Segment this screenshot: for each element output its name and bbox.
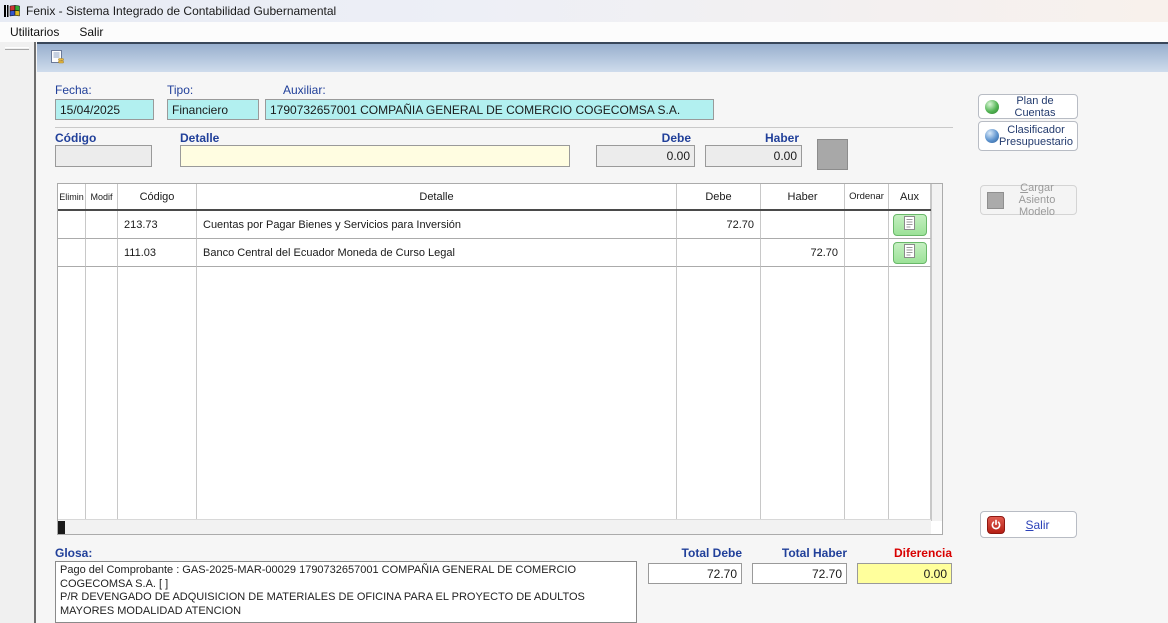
cell-codigo: 213.73 [118, 211, 197, 239]
header-ordenar: Ordenar [845, 184, 889, 209]
blue-sphere-icon [985, 129, 999, 143]
detalle-input[interactable] [180, 145, 570, 167]
cell-elimin [58, 239, 86, 267]
grid-empty-area [58, 267, 931, 519]
header-codigo: Código [118, 184, 197, 209]
glosa-line1: Pago del Comprobante : GAS-2025-MAR-0002… [60, 564, 632, 591]
total-debe-label: Total Debe [648, 546, 742, 560]
codigo-label: Código [55, 131, 96, 145]
cell-haber [761, 211, 845, 239]
vertical-scrollbar[interactable] [931, 184, 942, 521]
horizontal-scrollbar[interactable] [58, 519, 931, 534]
application-window: Fenix - Sistema Integrado de Contabilida… [0, 0, 1168, 623]
codigo-input[interactable] [55, 145, 152, 167]
debe-input[interactable]: 0.00 [596, 145, 695, 167]
cell-detalle: Cuentas por Pagar Bienes y Servicios par… [197, 211, 677, 239]
auxiliar-field[interactable]: 1790732657001 COMPAÑIA GENERAL DE COMERC… [265, 99, 714, 120]
clasificador-label-line1: Clasificador [1007, 124, 1064, 136]
cell-ordenar [845, 239, 889, 267]
header-detalle: Detalle [197, 184, 677, 209]
add-line-button[interactable] [817, 139, 848, 170]
document-icon [904, 216, 915, 233]
gray-square-icon [987, 192, 1004, 209]
plan-de-cuentas-button[interactable]: Plan de Cuentas [978, 94, 1078, 119]
haber-label: Haber [705, 131, 799, 145]
clasificador-presupuestario-button[interactable]: Clasificador Presupuestario [978, 121, 1078, 151]
auxiliar-label: Auxiliar: [283, 83, 326, 97]
glosa-label: Glosa: [55, 546, 92, 560]
cell-debe: 72.70 [677, 211, 761, 239]
aux-detail-button[interactable] [893, 242, 927, 264]
cell-elimin [58, 211, 86, 239]
cell-codigo: 111.03 [118, 239, 197, 267]
menu-salir[interactable]: Salir [69, 23, 113, 41]
total-debe-field: 72.70 [648, 563, 742, 584]
green-sphere-icon [985, 100, 999, 114]
copy-document-button[interactable] [45, 46, 69, 70]
app-icon [4, 3, 20, 19]
clasificador-label-line2: Presupuestario [999, 136, 1073, 148]
title-bar: Fenix - Sistema Integrado de Contabilida… [0, 0, 1168, 22]
plan-de-cuentas-label: Plan de Cuentas [999, 95, 1071, 119]
diferencia-label: Diferencia [857, 546, 952, 560]
cargar-asiento-modelo-button[interactable]: Cargar Asiento Modelo [980, 185, 1077, 215]
header-modif: Modif [86, 184, 118, 209]
cargar-label-line2: Modelo [1019, 206, 1055, 218]
splitter-grip-icon[interactable] [5, 47, 29, 50]
menu-bar: Utilitarios Salir [0, 22, 1168, 42]
window-title: Fenix - Sistema Integrado de Contabilida… [26, 4, 336, 18]
cell-debe [677, 239, 761, 267]
fecha-field[interactable]: 15/04/2025 [55, 99, 154, 120]
cell-detalle: Banco Central del Ecuador Moneda de Curs… [197, 239, 677, 267]
header-haber: Haber [761, 184, 845, 209]
grid-header-row: Elimin Modif Código Detalle Debe Haber O… [58, 184, 931, 211]
debe-label: Debe [596, 131, 691, 145]
total-haber-label: Total Haber [752, 546, 847, 560]
salir-button[interactable]: Salir [980, 511, 1077, 538]
header-elimin: Elimin [58, 184, 86, 209]
cell-aux [889, 211, 931, 239]
menu-utilitarios[interactable]: Utilitarios [0, 23, 69, 41]
total-haber-field: 72.70 [752, 563, 847, 584]
tipo-label: Tipo: [167, 83, 193, 97]
haber-input[interactable]: 0.00 [705, 145, 802, 167]
diferencia-field: 0.00 [857, 563, 952, 584]
copy-document-icon [48, 48, 66, 69]
cell-haber: 72.70 [761, 239, 845, 267]
divider [55, 127, 953, 128]
cell-modif [86, 211, 118, 239]
glosa-textarea[interactable]: Pago del Comprobante : GAS-2025-MAR-0002… [55, 561, 637, 623]
salir-underline: S [1025, 518, 1033, 532]
aux-detail-button[interactable] [893, 214, 927, 236]
cell-modif [86, 239, 118, 267]
cargar-underline: C [1020, 182, 1028, 194]
header-aux: Aux [889, 184, 931, 209]
header-debe: Debe [677, 184, 761, 209]
table-row[interactable]: 213.73 Cuentas por Pagar Bienes y Servic… [58, 211, 931, 239]
fecha-label: Fecha: [55, 83, 92, 97]
detalle-label: Detalle [180, 131, 219, 145]
salir-label: alir [1034, 518, 1050, 532]
left-dock-panel [0, 42, 36, 623]
table-row[interactable]: 111.03 Banco Central del Ecuador Moneda … [58, 239, 931, 267]
cell-ordenar [845, 211, 889, 239]
tipo-field[interactable]: Financiero [167, 99, 259, 120]
power-icon [987, 516, 1005, 534]
scrollbar-thumb[interactable] [58, 521, 65, 534]
journal-lines-grid: Elimin Modif Código Detalle Debe Haber O… [57, 183, 943, 535]
toolbar [37, 42, 1168, 72]
cell-aux [889, 239, 931, 267]
glosa-line2: P/R DEVENGADO DE ADQUISICION DE MATERIAL… [60, 591, 632, 618]
document-icon [904, 244, 915, 261]
